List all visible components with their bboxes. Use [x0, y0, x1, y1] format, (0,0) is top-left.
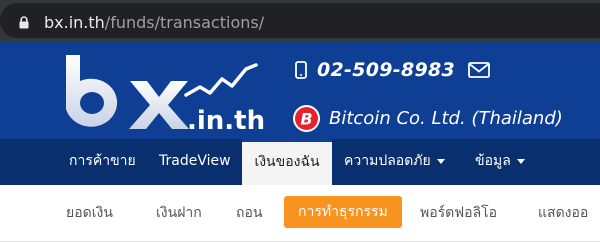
- company-name: Bitcoin Co. Ltd. (Thailand): [329, 107, 563, 129]
- nav-item-trading[interactable]: การค้าขาย: [69, 139, 136, 185]
- nav-item-security[interactable]: ความปลอดภัย: [344, 139, 445, 185]
- svg-text:.in.th: .in.th: [187, 106, 265, 131]
- subnav-item-portfolio[interactable]: พอร์ตฟอลิโอ: [420, 200, 497, 226]
- chevron-down-icon: [516, 158, 525, 164]
- subnav-item-label: ยอดเงิน: [66, 205, 113, 221]
- browser-address-bar: bx.in.th/funds/transactions/: [0, 0, 600, 41]
- nav-item-my-funds[interactable]: เงินของฉัน: [242, 139, 332, 185]
- url-host: bx.in.th: [44, 13, 105, 32]
- company-info: B Bitcoin Co. Ltd. (Thailand): [292, 103, 563, 133]
- subnav-item-balance[interactable]: ยอดเงิน: [66, 200, 113, 226]
- nav-item-label: การค้าขาย: [69, 153, 136, 169]
- subnav-item-deposit[interactable]: เงินฝาก: [156, 200, 202, 226]
- phone-number[interactable]: 02-509-8983: [317, 59, 455, 81]
- subnav-item-label: แสดงออ: [538, 205, 589, 221]
- mail-icon[interactable]: [468, 62, 490, 78]
- lock-icon[interactable]: [19, 16, 29, 29]
- url-text[interactable]: bx.in.th/funds/transactions/: [44, 12, 264, 34]
- subnav-item-label: เงินฝาก: [156, 205, 202, 221]
- contact-info: 02-509-8983: [295, 57, 490, 83]
- svg-text:B: B: [300, 109, 312, 128]
- url-path: /funds/transactions/: [104, 13, 265, 32]
- subnav-item-show[interactable]: แสดงออ: [538, 200, 588, 226]
- bx-logo[interactable]: .in.th: [60, 51, 265, 131]
- nav-item-label: เงินของฉัน: [254, 154, 320, 170]
- site-header: .in.th 02-509-8983 B Bitcoin Co. Ltd. (T…: [0, 41, 600, 139]
- nav-item-info[interactable]: ข้อมูล: [475, 139, 525, 185]
- subnav-item-label: การทำธุรกรรม: [298, 204, 388, 220]
- nav-item-tradeview[interactable]: TradeView: [159, 139, 231, 185]
- main-nav: การค้าขาย TradeView เงินของฉัน ความปลอดภ…: [0, 139, 600, 185]
- nav-item-label: ข้อมูล: [475, 153, 511, 169]
- subnav-item-label: ถอน: [236, 205, 263, 221]
- bitcoin-icon: B: [293, 104, 320, 132]
- chevron-down-icon: [436, 158, 445, 164]
- funds-sub-nav: ยอดเงิน เงินฝาก ถอน การทำธุรกรรม พอร์ตฟอ…: [0, 185, 600, 242]
- nav-item-label: TradeView: [159, 153, 231, 169]
- url-field[interactable]: bx.in.th/funds/transactions/: [0, 3, 600, 38]
- phone-icon: [295, 61, 307, 79]
- subnav-item-label: พอร์ตฟอลิโอ: [420, 205, 498, 221]
- nav-item-label: ความปลอดภัย: [344, 153, 431, 169]
- subnav-item-withdraw[interactable]: ถอน: [236, 200, 262, 226]
- subnav-item-transactions[interactable]: การทำธุรกรรม: [284, 196, 402, 228]
